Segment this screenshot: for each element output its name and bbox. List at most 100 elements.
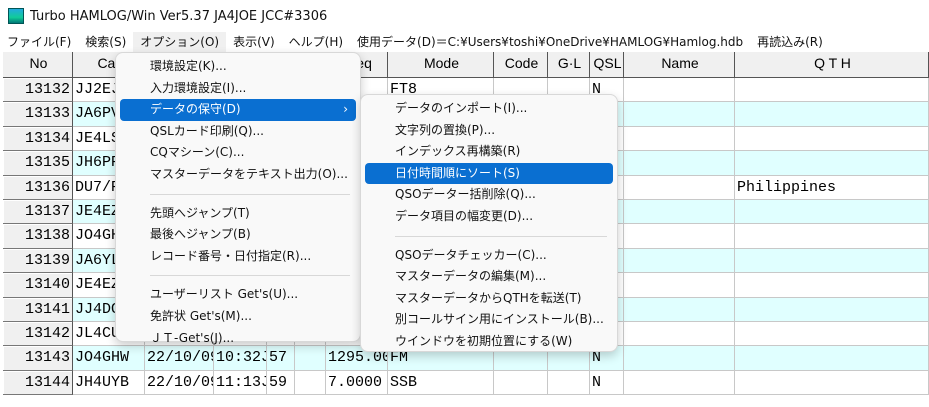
menu-item-label: ＪＴ-Get's(J)... xyxy=(150,330,235,345)
menu-file[interactable]: ファイル(F) xyxy=(0,32,78,52)
row-number[interactable]: 13138 xyxy=(3,224,73,249)
chevron-right-icon: › xyxy=(343,102,348,117)
maintenance-menu-item[interactable]: インデックス再構築(R) xyxy=(365,141,613,163)
menu-options[interactable]: オプション(O) xyxy=(133,32,227,52)
menu-item-label: データのインポート(I)... xyxy=(395,101,528,115)
table-cell xyxy=(735,273,929,298)
menu-help[interactable]: ヘルプ(H) xyxy=(282,32,350,52)
table-cell: 59 xyxy=(267,370,295,396)
table-cell xyxy=(735,248,929,274)
options-menu-item[interactable]: 最後へジャンプ(B) xyxy=(120,224,356,246)
row-number[interactable]: 13137 xyxy=(3,200,73,225)
options-menu: 環境設定(K)... 入力環境設定(I)... データの保守(D) › QSLカード印刷… xyxy=(115,52,361,345)
menu-data-file[interactable]: 使用データ(D)＝C:¥Users¥toshi¥OneDrive¥HAMLOG¥… xyxy=(350,32,750,52)
table-cell xyxy=(735,297,929,322)
menu-item-label: QSLカード印刷(Q)... xyxy=(150,123,265,138)
options-menu-item[interactable]: QSLカード印刷(Q)... xyxy=(120,121,356,143)
maintenance-menu-item[interactable]: 別コールサイン用にインストール(B)... xyxy=(365,309,613,331)
maintenance-menu-item[interactable]: マスターデータからQTHを転送(T) xyxy=(365,288,613,310)
column-header[interactable]: Code xyxy=(494,52,548,78)
maintenance-menu-item[interactable]: データのインポート(I)... xyxy=(365,98,613,120)
options-menu-item[interactable]: ユーザーリスト Get's(U)... xyxy=(120,284,356,306)
table-cell xyxy=(295,346,326,371)
table-cell: JH4UYB xyxy=(73,370,145,396)
table-cell xyxy=(624,175,735,200)
maintenance-menu-item[interactable]: QSOデータチェッカー(C)... xyxy=(365,245,613,267)
table-cell xyxy=(548,370,590,396)
menu-item-label: QSOデーター括削除(Q)... xyxy=(395,187,536,202)
options-menu-item[interactable]: 先頭へジャンプ(T) xyxy=(120,203,356,225)
options-menu-item[interactable]: CQマシーン(C)... xyxy=(120,142,356,164)
maintenance-menu-item[interactable]: マスターデータの編集(M)... xyxy=(365,266,613,288)
table-cell xyxy=(735,370,929,396)
row-number[interactable]: 13140 xyxy=(3,273,73,298)
table-cell: Philippines xyxy=(735,175,929,200)
menu-item-label: 環境設定(K)... xyxy=(150,59,227,73)
row-number[interactable]: 13144 xyxy=(3,370,73,396)
options-menu-item[interactable]: 環境設定(K)... xyxy=(120,56,356,78)
row-number[interactable]: 13136 xyxy=(3,175,73,200)
menu-item-label: データ項目の幅変更(D)... xyxy=(395,208,534,223)
menu-item-label: 先頭へジャンプ(T) xyxy=(150,205,250,220)
column-header[interactable]: Mode xyxy=(388,52,494,78)
table-cell: 22/10/09 xyxy=(145,346,214,371)
table-cell xyxy=(624,248,735,274)
maintenance-menu-item[interactable]: QSOデーター括削除(Q)... xyxy=(365,184,613,206)
menu-item-label: レコード番号・日付指定(R)... xyxy=(150,248,312,263)
table-cell xyxy=(624,102,735,127)
maintenance-menu-item[interactable]: ウインドウを初期位置にする(W) xyxy=(365,331,613,353)
menu-reload[interactable]: 再読込み(R) xyxy=(750,32,830,52)
menu-item-label: インデックス再構築(R) xyxy=(395,144,521,159)
options-menu-item[interactable]: ＪＴ-Get's(J)... xyxy=(120,328,356,350)
table-cell: SSB xyxy=(388,370,494,396)
menu-separator xyxy=(395,235,607,237)
menu-item-label: 文字列の置換(P)... xyxy=(395,122,496,137)
column-header[interactable]: Q T H xyxy=(735,52,929,78)
table-cell xyxy=(735,126,929,152)
row-number[interactable]: 13143 xyxy=(3,346,73,371)
maintenance-menu-item[interactable]: データ項目の幅変更(D)... xyxy=(365,206,613,228)
column-header[interactable]: G·L xyxy=(548,52,590,78)
menu-bar: ファイル(F) 検索(S) オプション(O) 表示(V) ヘルプ(H) 使用デー… xyxy=(0,32,929,52)
options-menu-item[interactable]: データの保守(D) › xyxy=(120,99,356,121)
data-maintenance-submenu: データのインポート(I)... 文字列の置換(P)... インデックス再構築(R) 日… xyxy=(360,94,618,352)
table-row[interactable]: 13144 JH4UYB 22/10/09 11:13J 59 7.0000 SSB N xyxy=(3,370,929,396)
column-header[interactable]: QSL xyxy=(590,52,624,78)
options-menu-item[interactable]: マスターデータをテキスト出力(O)... xyxy=(120,164,356,186)
column-header[interactable]: Name xyxy=(624,52,735,78)
column-header[interactable]: No xyxy=(3,52,73,78)
options-menu-item[interactable]: 免許状 Get's(M)... xyxy=(120,306,356,328)
menu-item-label: 入力環境設定(I)... xyxy=(150,80,247,95)
table-cell: 22/10/09 xyxy=(145,370,214,396)
menu-item-label: 免許状 Get's(M)... xyxy=(150,308,252,323)
options-menu-item[interactable]: 入力環境設定(I)... xyxy=(120,78,356,100)
table-cell xyxy=(624,200,735,225)
row-number[interactable]: 13132 xyxy=(3,78,73,103)
row-number[interactable]: 13141 xyxy=(3,297,73,322)
row-number[interactable]: 13133 xyxy=(3,102,73,127)
table-cell xyxy=(624,346,735,371)
table-cell xyxy=(624,126,735,152)
menu-item-label: マスターデータからQTHを転送(T) xyxy=(395,290,582,305)
table-cell xyxy=(624,78,735,103)
menu-item-label: マスターデータをテキスト出力(O)... xyxy=(150,166,348,181)
menu-item-label: CQマシーン(C)... xyxy=(150,145,245,160)
menu-search[interactable]: 検索(S) xyxy=(78,32,133,52)
table-cell xyxy=(735,200,929,225)
row-number[interactable]: 13142 xyxy=(3,322,73,347)
table-cell xyxy=(735,224,929,249)
menu-item-label: マスターデータの編集(M)... xyxy=(395,269,547,284)
table-cell xyxy=(624,370,735,396)
table-cell: 57 xyxy=(267,346,295,371)
window-title: Turbo HAMLOG/Win Ver5.37 JA4JOE JCC#3306 xyxy=(30,8,328,24)
menu-item-label: QSOデータチェッカー(C)... xyxy=(395,247,547,262)
row-number[interactable]: 13134 xyxy=(3,126,73,152)
menu-item-label: 最後へジャンプ(B) xyxy=(150,227,251,242)
row-number[interactable]: 13139 xyxy=(3,248,73,274)
menu-view[interactable]: 表示(V) xyxy=(226,32,282,52)
table-cell xyxy=(735,78,929,103)
row-number[interactable]: 13135 xyxy=(3,151,73,176)
options-menu-item[interactable]: レコード番号・日付指定(R)... xyxy=(120,246,356,268)
maintenance-menu-item[interactable]: 日付時間順にソート(S) xyxy=(365,162,613,185)
maintenance-menu-item[interactable]: 文字列の置換(P)... xyxy=(365,120,613,142)
